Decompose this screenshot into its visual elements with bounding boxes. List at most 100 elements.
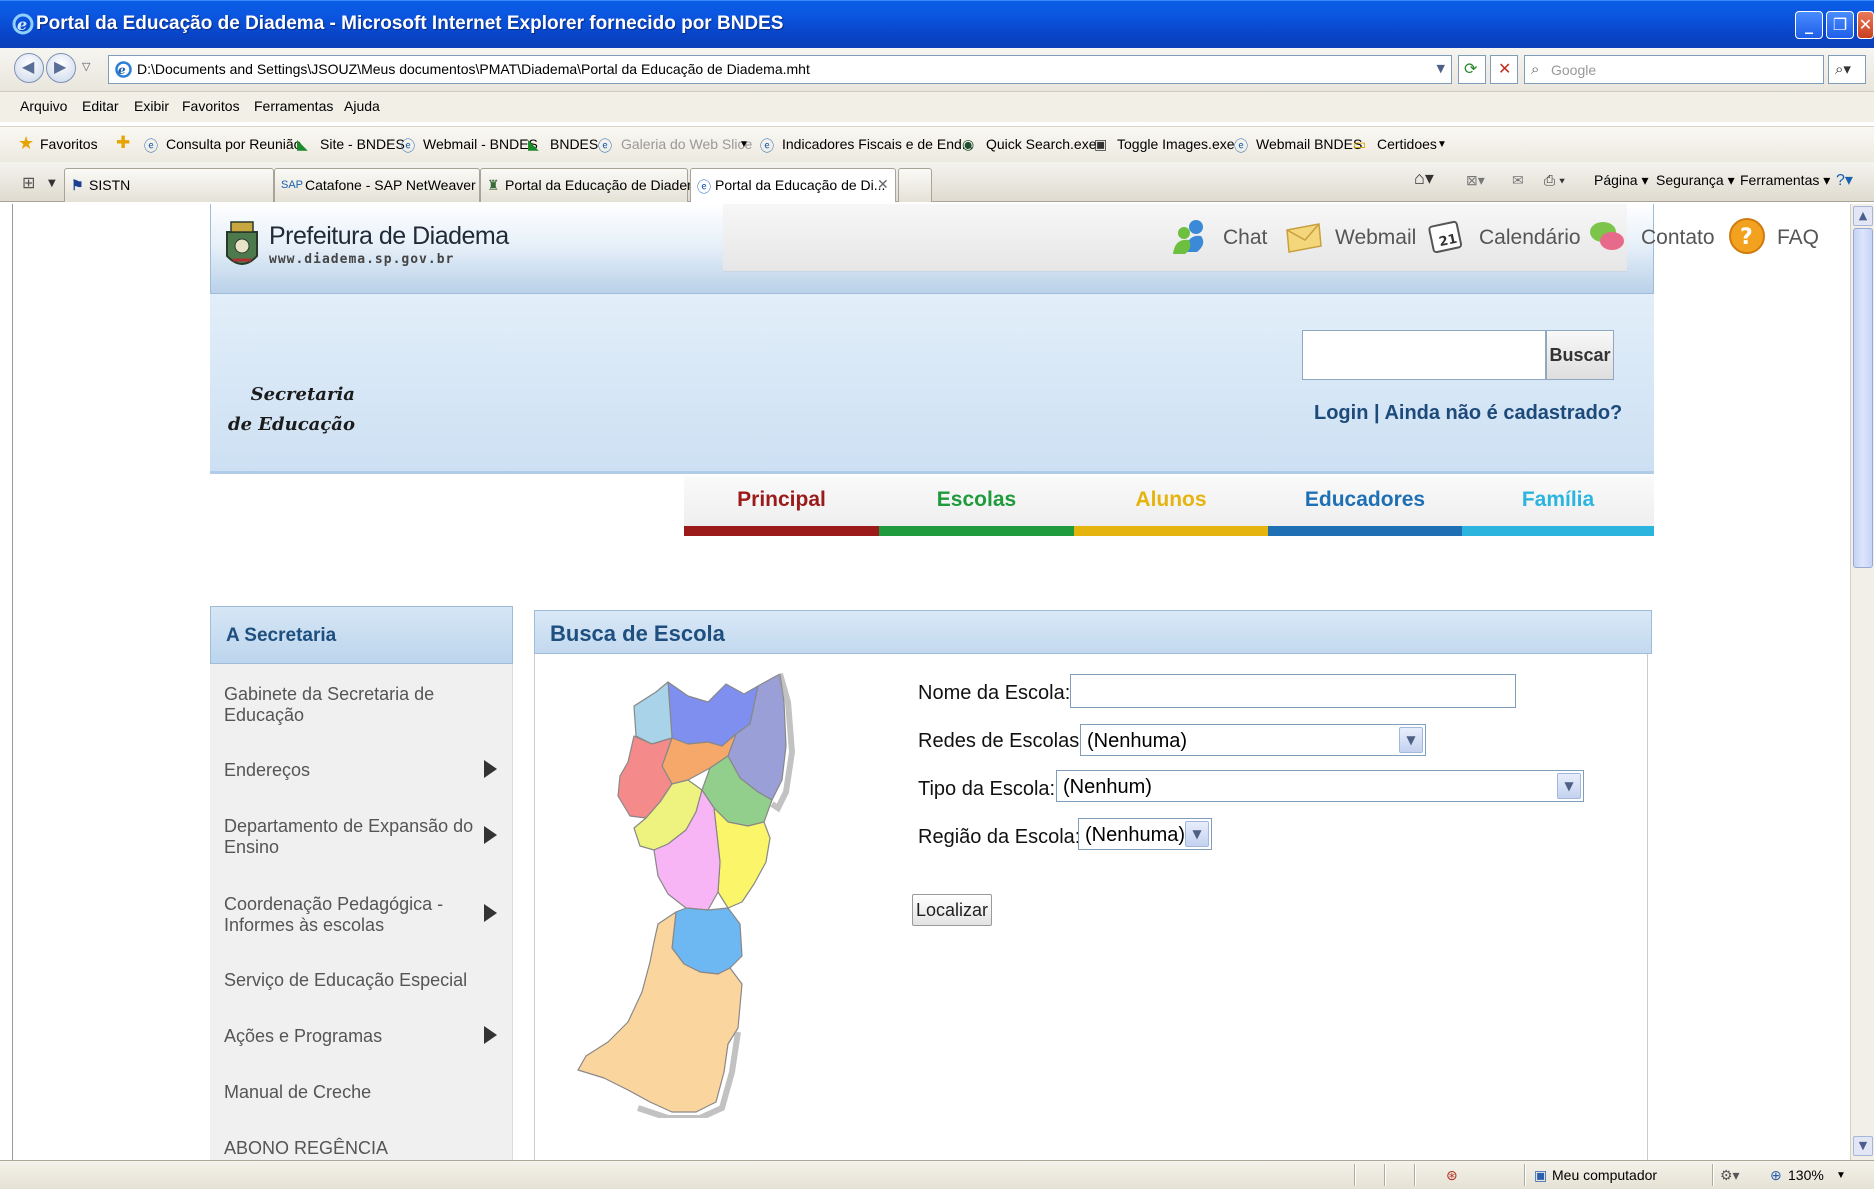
webmail-link[interactable]: Webmail <box>1335 226 1416 250</box>
nav-familia[interactable]: Família <box>1462 476 1654 536</box>
fav-galeria[interactable]: Galeria do Web Slice <box>621 136 752 152</box>
cmd-ferramentas[interactable]: Ferramentas ▾ <box>1740 172 1830 189</box>
school-name-input[interactable] <box>1070 674 1516 708</box>
sidebar-item-abono[interactable]: ABONO REGÊNCIA <box>224 1138 484 1159</box>
diadema-region-map[interactable] <box>568 672 888 1118</box>
address-field[interactable]: e D:\Documents and Settings\JSOUZ\Meus d… <box>108 55 1452 84</box>
back-button[interactable]: ◀ <box>14 53 44 83</box>
zoom-dropdown-icon[interactable]: ▼ <box>1836 1170 1846 1181</box>
calendario-link[interactable]: Calendário <box>1479 226 1581 250</box>
submenu-arrow-icon[interactable] <box>484 826 497 844</box>
zoom-level[interactable]: 130% <box>1788 1167 1824 1183</box>
scroll-down-icon[interactable]: ▼ <box>1853 1136 1873 1156</box>
nav-principal[interactable]: Principal <box>684 476 879 536</box>
tab-list-dropdown-icon[interactable]: ▼ <box>48 178 56 189</box>
buscar-button[interactable]: Buscar <box>1546 330 1614 380</box>
sidebar-item-manual-creche[interactable]: Manual de Creche <box>224 1082 484 1103</box>
fav-bndes[interactable]: BNDES <box>550 136 598 152</box>
sidebar-item-acoes[interactable]: Ações e Programas <box>224 1026 484 1047</box>
sidebar-item-educacao-especial[interactable]: Serviço de Educação Especial <box>224 970 484 991</box>
sidebar-item-coordenacao[interactable]: Coordenação Pedagógica - Informes às esc… <box>224 894 484 936</box>
tab-catafone-label: Catafone - SAP NetWeaver ... <box>305 177 492 193</box>
feeds-icon[interactable]: ⊠▾ <box>1466 172 1485 189</box>
sidebar-item-enderecos[interactable]: Endereços <box>224 760 484 781</box>
galeria-dropdown-icon[interactable]: ▼ <box>739 139 749 150</box>
fav-site-bndes[interactable]: Site - BNDES <box>320 136 405 152</box>
fav-webmail-bndes[interactable]: Webmail - BNDES <box>423 136 538 152</box>
network-select[interactable]: (Nenhuma) ▼ <box>1080 724 1426 756</box>
fav-indicadores[interactable]: Indicadores Fiscais e de End... <box>782 136 973 152</box>
nav-principal-stripe <box>684 526 879 536</box>
chevron-down-icon[interactable]: ▼ <box>1399 727 1423 753</box>
close-tab-icon[interactable]: ✕ <box>877 176 889 193</box>
restore-button[interactable]: ❐ <box>1826 11 1854 39</box>
sidebar-item-gabinete[interactable]: Gabinete da Secretaria de Educação <box>224 684 484 726</box>
privacy-icon[interactable]: ⊛ <box>1446 1167 1458 1184</box>
fav-certidoes[interactable]: Certidoes <box>1377 136 1437 152</box>
close-window-button[interactable]: ✕ <box>1857 11 1874 39</box>
type-select[interactable]: (Nenhum) ▼ <box>1056 770 1584 802</box>
fav-quick-search[interactable]: Quick Search.exe <box>986 136 1097 152</box>
site-search-input[interactable] <box>1302 330 1546 380</box>
nav-educadores[interactable]: Educadores <box>1268 476 1462 536</box>
menu-editar[interactable]: Editar <box>82 98 119 114</box>
submenu-arrow-icon[interactable] <box>484 760 497 778</box>
scroll-up-icon[interactable]: ▲ <box>1853 206 1873 226</box>
print-icon[interactable]: ⎙ ▾ <box>1544 172 1565 189</box>
submenu-arrow-icon[interactable] <box>484 904 497 922</box>
mail-icon[interactable]: ✉ <box>1512 172 1524 189</box>
add-favorite-icon[interactable]: ✚ <box>116 133 130 153</box>
scroll-thumb[interactable] <box>1853 228 1873 568</box>
menu-arquivo[interactable]: Arquivo <box>20 98 67 114</box>
faq-link[interactable]: FAQ <box>1777 226 1819 250</box>
tab-catafone[interactable]: SAP Catafone - SAP NetWeaver ... <box>274 168 491 202</box>
chevron-down-icon[interactable]: ▼ <box>1185 821 1209 847</box>
menu-ajuda[interactable]: Ajuda <box>344 98 380 114</box>
fav-webmail-bndes-2[interactable]: Webmail BNDES <box>1256 136 1362 152</box>
tab-portal-1[interactable]: ♜ Portal da Educação de Diadema <box>480 168 707 202</box>
minimize-button[interactable]: _ <box>1795 11 1823 39</box>
forward-arrow-icon: ▶ <box>54 57 67 76</box>
login-separator: | <box>1374 402 1380 424</box>
favorites-button[interactable]: Favoritos <box>40 136 98 152</box>
register-link[interactable]: Ainda não é cadastrado? <box>1384 402 1622 424</box>
recent-pages-icon[interactable]: ▽ <box>82 60 90 73</box>
forward-button[interactable]: ▶ <box>46 53 76 83</box>
section-title: Secretaria de Educação <box>228 380 355 440</box>
fav-toggle-images[interactable]: Toggle Images.exe <box>1117 136 1235 152</box>
help-icon[interactable]: ?▾ <box>1836 170 1853 190</box>
submenu-arrow-icon[interactable] <box>484 1026 497 1044</box>
contato-link[interactable]: Contato <box>1641 226 1715 250</box>
stop-button[interactable]: ✕ <box>1490 55 1518 84</box>
region-select[interactable]: (Nenhuma) ▼ <box>1078 818 1212 850</box>
cmd-pagina[interactable]: Página ▾ <box>1594 172 1649 189</box>
sidebar-item-departamento[interactable]: Departamento de Expansão do Ensino <box>224 816 484 858</box>
ie-page-icon: ⓔ <box>1234 138 1248 154</box>
login-link[interactable]: Login <box>1314 402 1368 424</box>
svg-text:e: e <box>118 63 126 77</box>
nav-escolas[interactable]: Escolas <box>879 476 1074 536</box>
status-divider <box>1384 1164 1386 1186</box>
home-icon[interactable]: ⌂▾ <box>1414 168 1434 189</box>
menu-exibir[interactable]: Exibir <box>134 98 169 114</box>
nav-escolas-stripe <box>879 526 1074 536</box>
chevron-down-icon[interactable]: ▼ <box>1557 773 1581 799</box>
refresh-button[interactable]: ⟳ <box>1458 55 1486 84</box>
fav-consulta[interactable]: Consulta por Reunião <box>166 136 301 152</box>
search-go-button[interactable]: ⌕▾ <box>1828 55 1866 84</box>
chat-link[interactable]: Chat <box>1223 226 1267 250</box>
search-box[interactable]: ⌕ Google <box>1524 55 1824 84</box>
vertical-scrollbar[interactable]: ▲ ▼ <box>1850 204 1874 1160</box>
nav-alunos[interactable]: Alunos <box>1074 476 1268 536</box>
protected-mode-icon[interactable]: ⚙▾ <box>1720 1167 1740 1184</box>
quick-tabs-icon[interactable]: ⊞ <box>22 173 35 192</box>
new-tab-button[interactable] <box>898 168 932 202</box>
tab-portal-active[interactable]: ⓔ Portal da Educação de Di... ✕ <box>690 168 896 202</box>
menu-ferramentas[interactable]: Ferramentas <box>254 98 333 114</box>
address-dropdown-icon[interactable]: ▼ <box>1437 62 1445 75</box>
localizar-button[interactable]: Localizar <box>912 894 992 926</box>
tab-sistn[interactable]: ⚑ SISTN <box>64 168 274 202</box>
certidoes-dropdown-icon[interactable]: ▼ <box>1437 139 1447 150</box>
menu-favoritos[interactable]: Favoritos <box>182 98 240 114</box>
cmd-seguranca[interactable]: Segurança ▾ <box>1656 172 1735 189</box>
